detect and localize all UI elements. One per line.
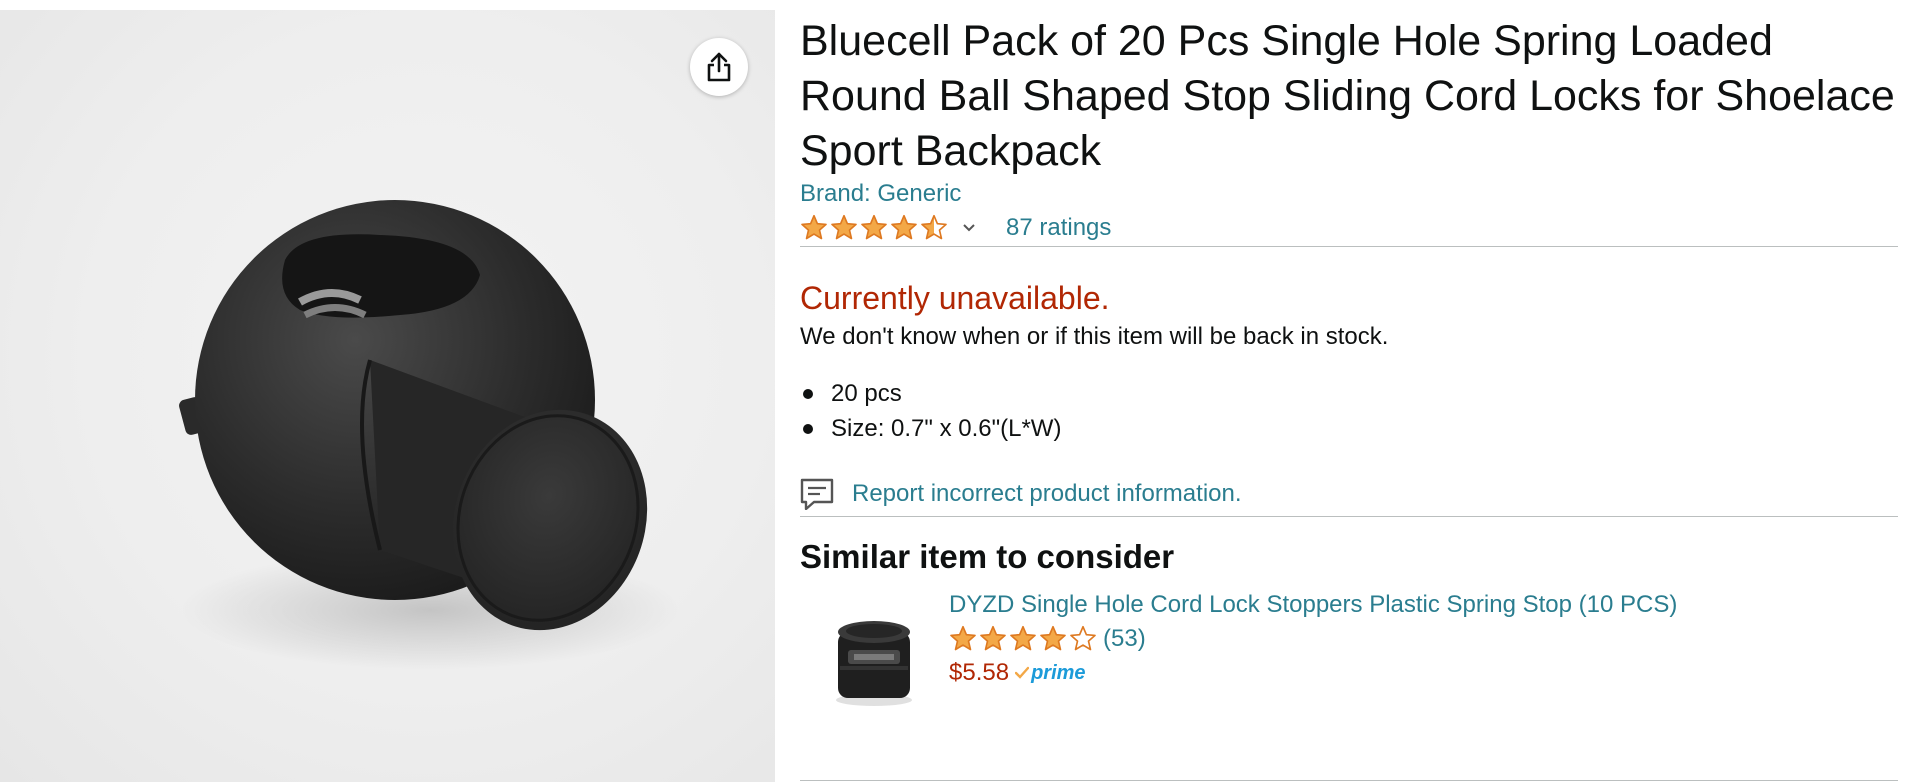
similar-item-card: DYZD Single Hole Cord Lock Stoppers Plas… (826, 588, 1896, 718)
product-title: Bluecell Pack of 20 Pcs Single Hole Spri… (800, 17, 1895, 175)
star-icon (1040, 625, 1066, 651)
share-button[interactable] (690, 38, 748, 96)
similar-item-image[interactable] (826, 610, 922, 710)
divider (800, 246, 1898, 247)
prime-badge: prime (1015, 661, 1086, 685)
similar-price-row: $5.58 prime (949, 656, 1677, 690)
star-rating[interactable] (949, 625, 1097, 653)
similar-heading: Similar item to consider (800, 538, 1175, 575)
rating-row: 87 ratings (800, 212, 1111, 244)
similar-rating-row: (53) (949, 622, 1677, 656)
similar-item-title-link[interactable]: DYZD Single Hole Cord Lock Stoppers Plas… (949, 588, 1677, 622)
divider (800, 516, 1898, 517)
product-image[interactable] (0, 10, 775, 782)
report-label: Report incorrect product information. (852, 480, 1242, 507)
product-image-pane (0, 10, 775, 782)
availability-status: Currently unavailable. (800, 280, 1110, 316)
star-icon (1070, 625, 1096, 651)
similar-item-info: DYZD Single Hole Cord Lock Stoppers Plas… (949, 588, 1677, 690)
share-icon (707, 52, 731, 82)
star-icon (831, 214, 857, 240)
similar-rating-count[interactable]: (53) (1103, 625, 1146, 653)
brand-link[interactable]: Brand: Generic (800, 180, 961, 208)
star-rating[interactable] (800, 214, 948, 242)
divider (800, 780, 1898, 781)
similar-price: $5.58 (949, 659, 1010, 686)
prime-label: prime (1031, 661, 1086, 684)
ratings-count-link[interactable]: 87 ratings (1006, 214, 1111, 242)
star-icon (801, 214, 827, 240)
stock-note: We don't know when or if this item will … (800, 323, 1389, 350)
star-icon (891, 214, 917, 240)
star-icon (1010, 625, 1036, 651)
star-icon (921, 214, 947, 240)
star-icon (950, 625, 976, 651)
report-incorrect-info-link[interactable]: Report incorrect product information. (800, 478, 1242, 510)
comment-report-icon (800, 478, 834, 510)
feature-bullets: 20 pcs Size: 0.7" x 0.6"(L*W) (800, 376, 1061, 446)
prime-check-icon (1015, 666, 1030, 679)
star-icon (861, 214, 887, 240)
chevron-down-icon[interactable] (962, 223, 976, 233)
product-page: Bluecell Pack of 20 Pcs Single Hole Spri… (0, 0, 1920, 782)
list-item: Size: 0.7" x 0.6"(L*W) (800, 411, 1061, 446)
list-item: 20 pcs (800, 376, 1061, 411)
star-icon (980, 625, 1006, 651)
